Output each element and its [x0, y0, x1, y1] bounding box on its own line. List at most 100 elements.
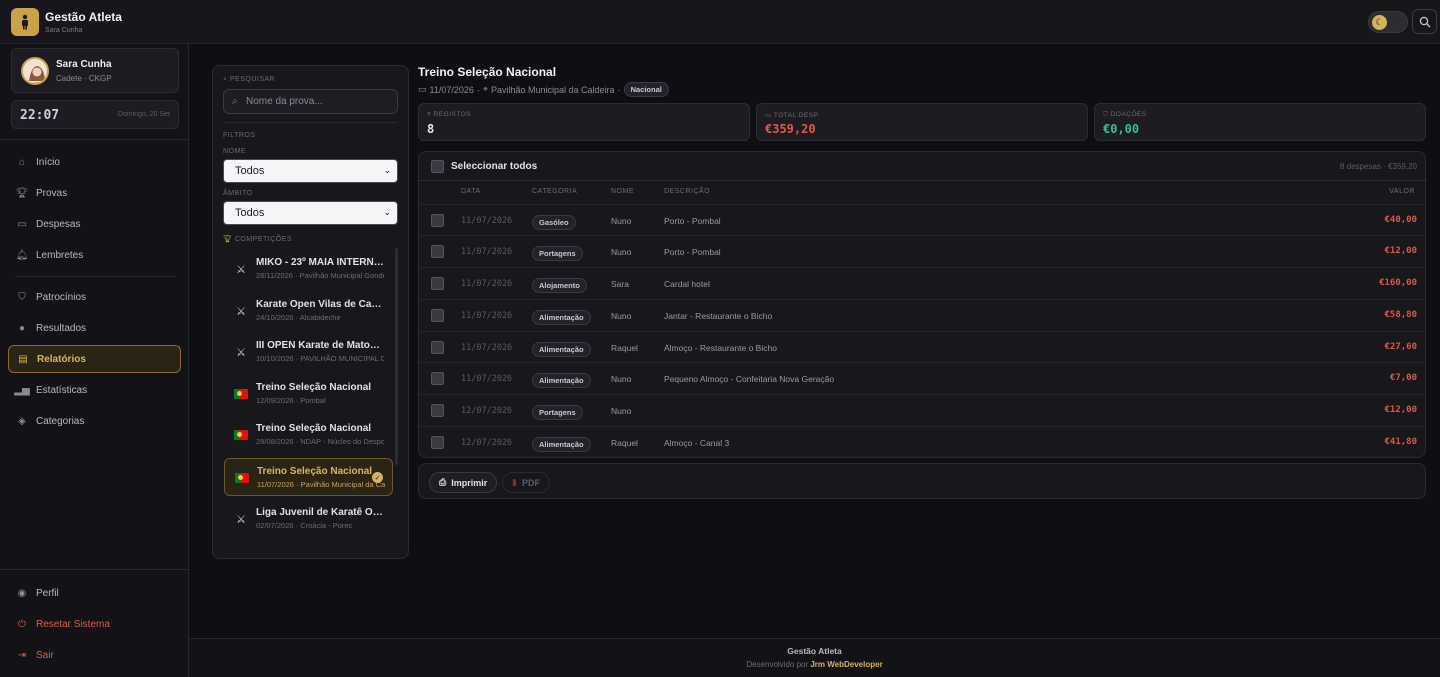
user-card[interactable]: Sara Cunha Cadete · CKGP	[11, 48, 179, 93]
table-row[interactable]: 11/07/2026 Alimentação Raquel Almoço - R…	[419, 331, 1427, 363]
stat-total-despesas: ▭ TOTAL DESP. €359,20	[756, 103, 1088, 141]
stat-registos: ≡ REGISTOS 8	[418, 103, 750, 141]
print-label: Imprimir	[451, 477, 488, 488]
power-icon: ⏻	[18, 618, 26, 630]
nav-despesas[interactable]: ▭ Despesas	[8, 210, 181, 238]
nav-label: Perfil	[36, 587, 59, 599]
name-select[interactable]: Todos ⌄	[223, 159, 398, 183]
chevron-down-icon: ⌄	[383, 165, 391, 175]
row-name: Nuno	[611, 216, 632, 226]
row-checkbox[interactable]	[431, 214, 444, 227]
nav-lembretes[interactable]: 🔔︎ Lembretes	[8, 241, 181, 269]
competition-item[interactable]: ⚔︎ Liga Juvenil de Karatê One Team 02/07…	[224, 500, 393, 538]
stat-doacoes: ⛉ DOAÇÕES €0,00	[1094, 103, 1426, 141]
select-all-label[interactable]: Seleccionar todos	[451, 161, 537, 172]
competition-item[interactable]: ⚔︎ III OPEN Karate de Matosinhos 10/10/2…	[224, 333, 393, 371]
competition-search-input[interactable]: ⌕ Nome da prova...	[223, 89, 398, 114]
trophy-icon: 🏆︎	[223, 236, 235, 243]
pdf-button[interactable]: ▮ PDF	[502, 472, 550, 493]
clock-widget: 22:07 Domingo, 20 Set	[11, 100, 179, 129]
portugal-flag-icon	[233, 388, 249, 400]
nav-label: Provas	[36, 187, 68, 199]
scope-badge: Nacional	[623, 82, 669, 97]
row-name: Nuno	[611, 374, 632, 384]
nav-categorias[interactable]: ◈ Categorias	[8, 407, 181, 435]
row-description: Porto - Pombal	[664, 247, 721, 257]
nav-label: Sair	[36, 649, 54, 661]
row-checkbox[interactable]	[431, 404, 444, 417]
tag-icon: ◈	[18, 415, 26, 427]
app-logo[interactable]	[11, 7, 39, 36]
global-search-button[interactable]	[1412, 9, 1437, 34]
stat-value: €0,00	[1103, 122, 1140, 136]
calendar-icon: ▭	[418, 84, 427, 94]
print-button[interactable]: ⎙ Imprimir	[429, 472, 498, 493]
nav-resetar-sistema[interactable]: ⏻ Resetar Sistema	[8, 610, 181, 638]
moon-icon: ☾	[1372, 15, 1387, 30]
sidebar: Sara Cunha Cadete · CKGP 22:07 Domingo, …	[0, 44, 189, 677]
row-checkbox[interactable]	[431, 372, 444, 385]
table-row[interactable]: 11/07/2026 Alojamento Sara Cardal hotel …	[419, 267, 1427, 299]
competition-title: Treino Seleção Nacional	[256, 382, 372, 393]
competition-title: Treino Seleção Nacional	[257, 466, 373, 477]
competition-title: Karate Open Vilas de Cascais	[256, 299, 384, 310]
nav-provas[interactable]: 🏆︎ Provas	[8, 179, 181, 207]
pdf-label: PDF	[521, 477, 540, 488]
search-label: ⌕ PESQUISAR	[223, 76, 276, 83]
scope-select[interactable]: Todos ⌄	[223, 201, 398, 225]
divider	[0, 569, 189, 570]
nav-estatisticas[interactable]: ▂▅ Estatísticas	[8, 376, 181, 404]
theme-toggle[interactable]: ☾	[1368, 11, 1408, 33]
nav-sair[interactable]: ⇥ Sair	[8, 641, 181, 669]
row-checkbox[interactable]	[431, 436, 444, 449]
report-meta: ▭ 11/07/2026 · ⌖ Pavilhão Municipal da C…	[418, 82, 669, 97]
table-row[interactable]: 12/07/2026 Portagens Nuno €12,00	[419, 394, 1427, 426]
nav-perfil[interactable]: ◉ Perfil	[8, 579, 181, 607]
search-small-icon: ⌕	[223, 76, 230, 83]
nav-inicio[interactable]: ⌂ Início	[8, 148, 181, 176]
select-all-checkbox[interactable]	[431, 160, 444, 173]
nav-resultados[interactable]: ● Resultados	[8, 314, 181, 342]
nav-label: Relatórios	[37, 353, 86, 365]
competition-subtitle: 02/07/2026 · Croácia - Porec	[256, 521, 353, 530]
competition-item-selected[interactable]: Treino Seleção Nacional 11/07/2026 · Pav…	[224, 458, 393, 496]
nav-patrocinios[interactable]: ⛉ Patrocínios	[8, 283, 181, 311]
competition-list-scrollbar[interactable]	[395, 248, 398, 465]
footer: Gestão Atleta Desenvolvido por Jrm WebDe…	[189, 638, 1440, 677]
row-value: €7,00	[1389, 373, 1417, 383]
scope-filter-label: ÂMBITO	[223, 190, 253, 197]
table-row[interactable]: 11/07/2026 Alimentação Nuno Pequeno Almo…	[419, 362, 1427, 394]
developer-link[interactable]: Jrm WebDeveloper	[810, 660, 882, 669]
table-row[interactable]: 11/07/2026 Gasóleo Nuno Porto - Pombal €…	[419, 204, 1427, 236]
competition-item[interactable]: ⚔︎ Karate Open Vilas de Cascais 24/10/20…	[224, 292, 393, 330]
row-checkbox[interactable]	[431, 341, 444, 354]
competition-subtitle: 28/08/2026 · NDAP - Núcleo do Desporto	[256, 437, 384, 446]
nav-relatorios[interactable]: ▤ Relatórios	[8, 345, 181, 373]
avatar	[21, 57, 49, 85]
table-summary: 8 despesas · €359,20	[1340, 162, 1417, 171]
row-description: Porto - Pombal	[664, 216, 721, 226]
col-header-description: DESCRIÇÃO	[664, 188, 711, 195]
row-date: 12/07/2026	[461, 438, 513, 448]
row-name: Sara	[611, 279, 629, 289]
row-description: Jantar - Restaurante o Bicho	[664, 311, 773, 321]
competition-item[interactable]: Treino Seleção Nacional 12/09/2026 · Pom…	[224, 375, 393, 413]
category-badge: Alimentação	[532, 342, 591, 357]
row-checkbox[interactable]	[431, 277, 444, 290]
competition-title: Treino Seleção Nacional	[256, 423, 372, 434]
footer-title: Gestão Atleta	[787, 646, 842, 656]
row-checkbox[interactable]	[431, 245, 444, 258]
col-header-name: NOME	[611, 188, 634, 195]
table-row[interactable]: 11/07/2026 Portagens Nuno Porto - Pombal…	[419, 235, 1427, 267]
competition-item[interactable]: ⚔︎ MIKO - 23º MAIA INTERNATIONAL OPEN 28…	[224, 250, 393, 288]
table-row[interactable]: 12/07/2026 Alimentação Raquel Almoço - C…	[419, 426, 1427, 458]
row-description: Almoço - Restaurante o Bicho	[664, 343, 777, 353]
row-value: €41,80	[1384, 437, 1417, 447]
row-checkbox[interactable]	[431, 309, 444, 322]
competitions-label: 🏆︎ COMPETIÇÕES	[223, 236, 293, 243]
competition-item[interactable]: Treino Seleção Nacional 28/08/2026 · NDA…	[224, 416, 393, 454]
row-value: €27,60	[1384, 342, 1417, 352]
home-icon: ⌂	[18, 156, 26, 168]
separator: ·	[617, 84, 621, 95]
table-row[interactable]: 11/07/2026 Alimentação Nuno Jantar - Res…	[419, 299, 1427, 331]
